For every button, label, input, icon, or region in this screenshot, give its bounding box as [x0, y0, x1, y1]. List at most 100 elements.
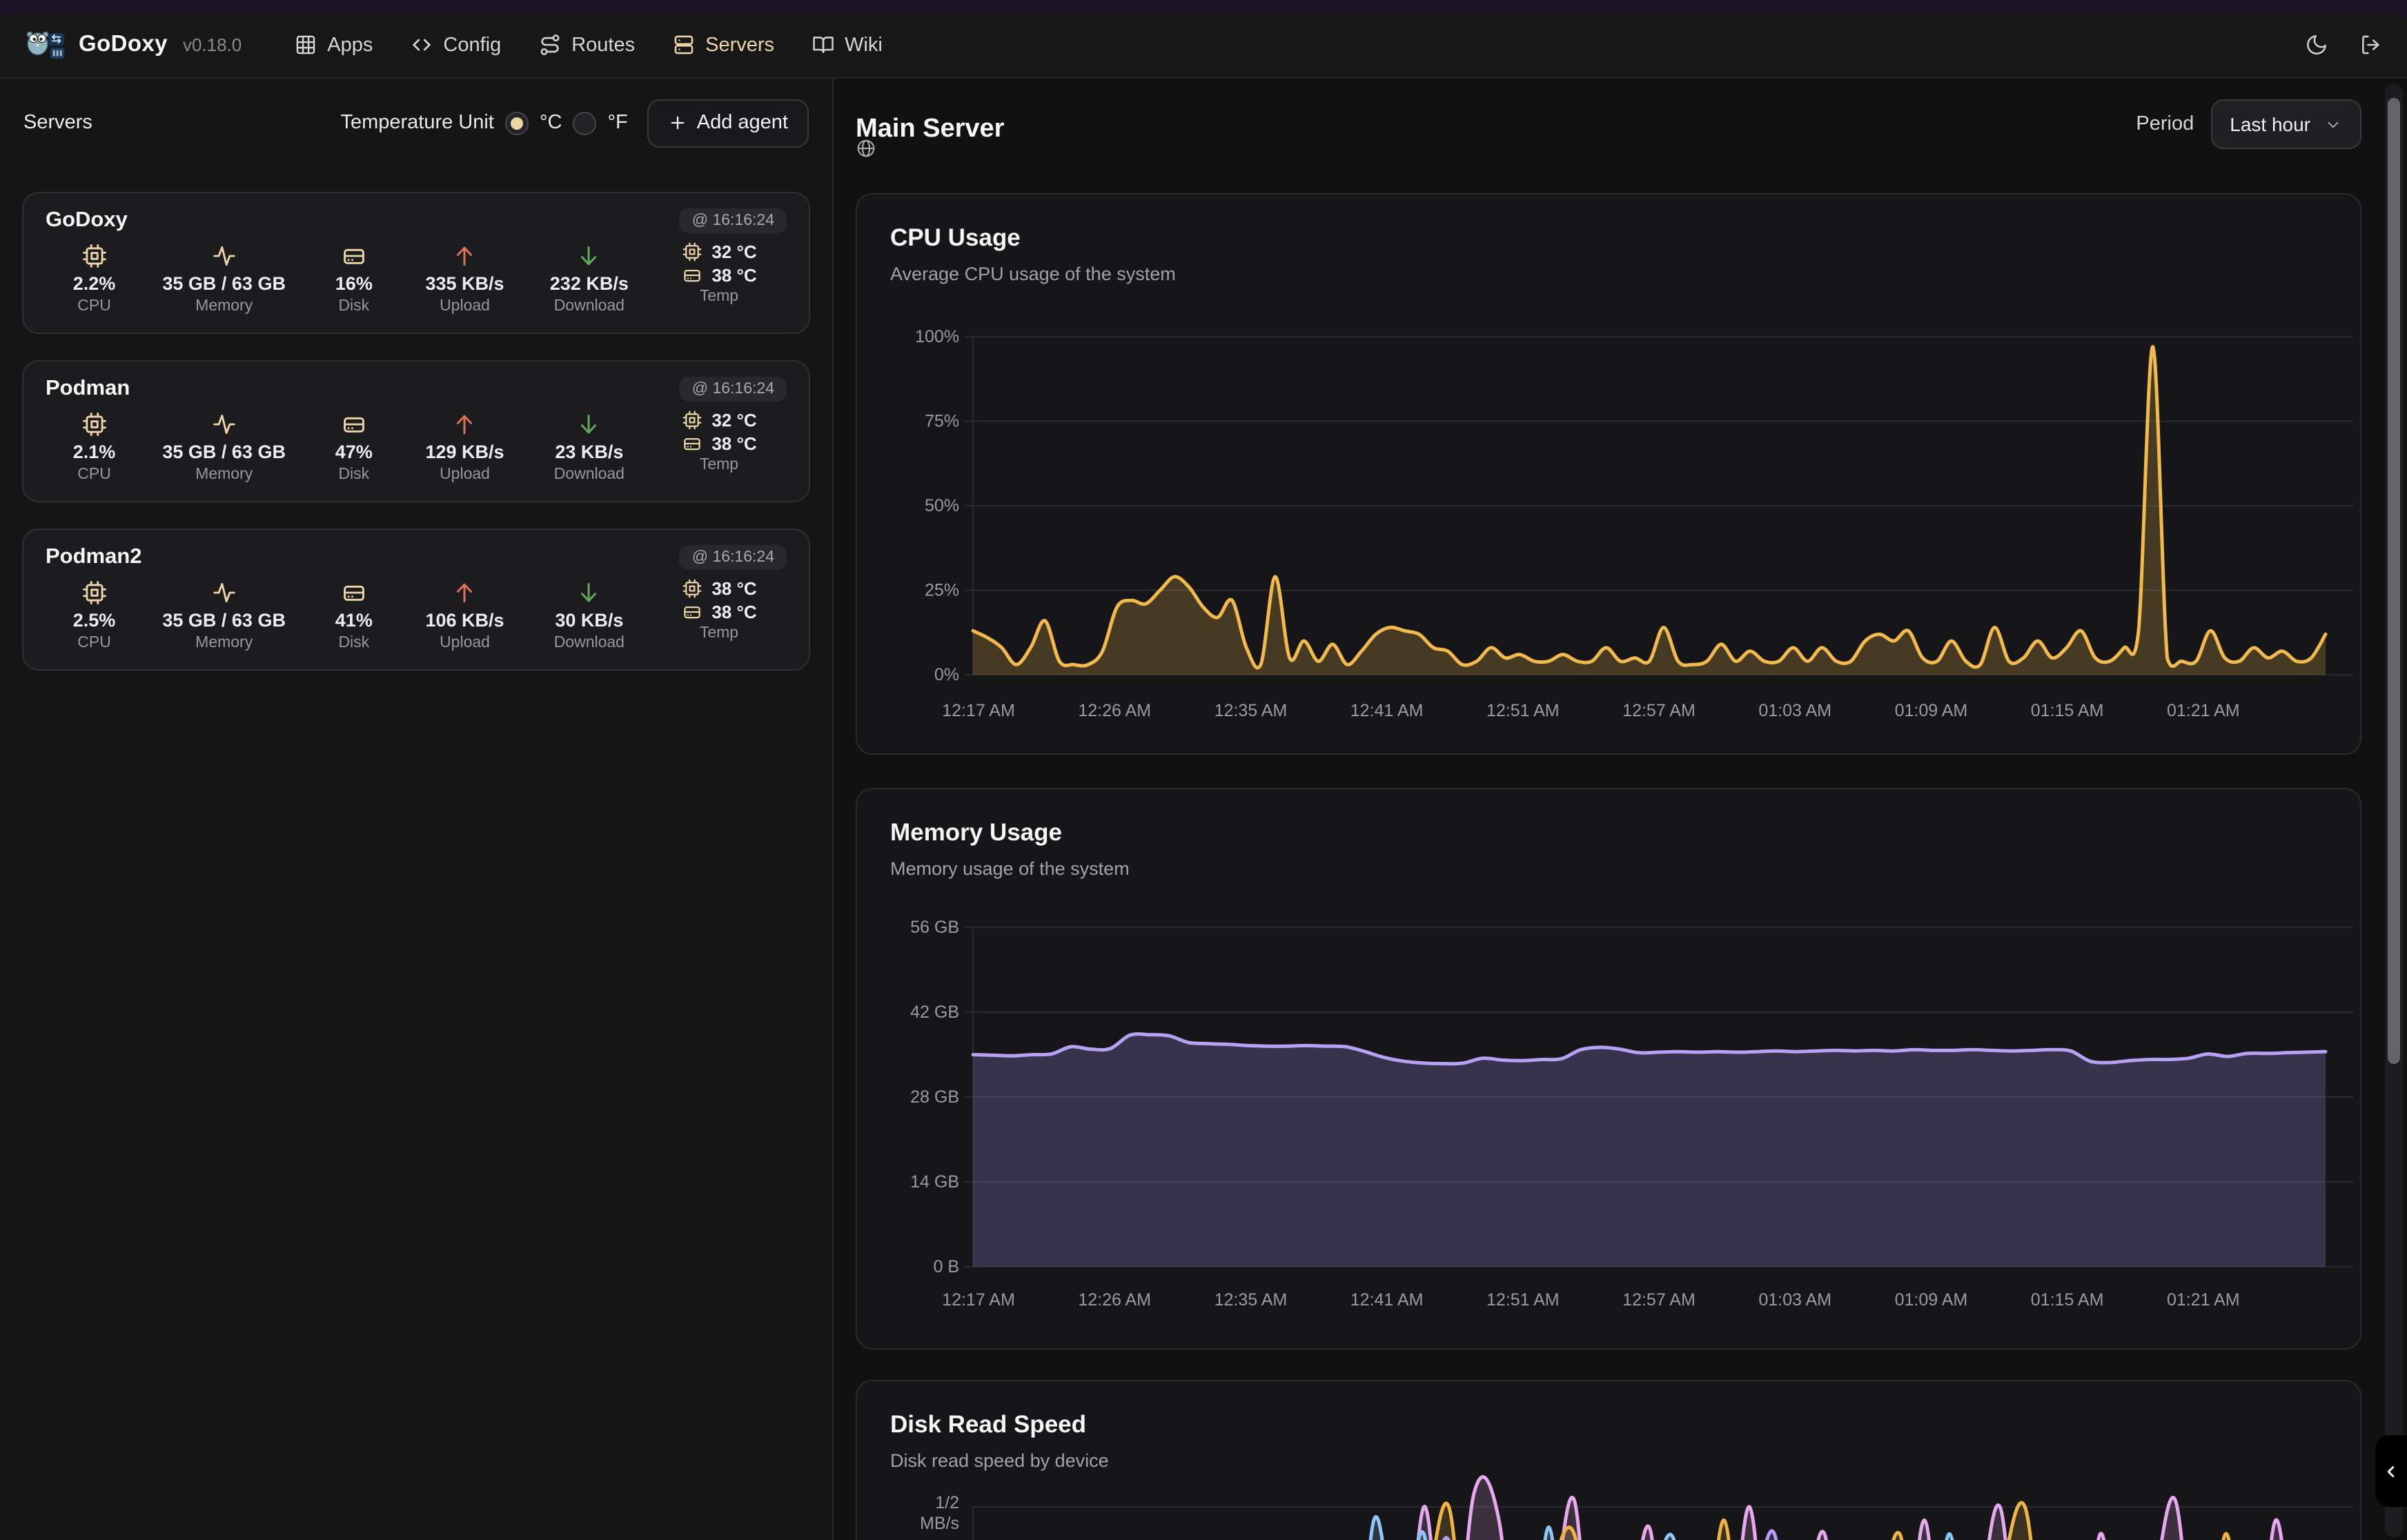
cpu-label: CPU: [77, 466, 111, 483]
upload-label: Upload: [440, 466, 490, 483]
svg-text:01:03 AM: 01:03 AM: [1758, 701, 1831, 720]
period-value: Last hour: [2230, 113, 2310, 135]
temperature-unit-group: Temperature Unit °C °F: [340, 111, 627, 135]
upload-metric: 106 KB/s Upload: [402, 578, 527, 651]
download-value: 23 KB/s: [555, 442, 623, 462]
svg-text:12:57 AM: 12:57 AM: [1622, 701, 1696, 720]
svg-text:MB/s: MB/s: [920, 1514, 959, 1533]
cpu-icon: [81, 241, 108, 269]
add-agent-button[interactable]: Add agent: [647, 99, 809, 147]
cpu-icon: [681, 410, 702, 431]
temp-label: Temp: [700, 457, 738, 473]
nav-item-config[interactable]: Config: [410, 33, 501, 57]
nav-item-apps[interactable]: Apps: [294, 33, 373, 57]
cpu-value: 2.5%: [73, 610, 116, 631]
globe-icon: [856, 138, 876, 166]
chart-subtitle: Memory usage of the system: [890, 858, 1130, 879]
cpu-temp-row: 32 °C: [681, 241, 756, 262]
svg-text:12:41 AM: 12:41 AM: [1350, 701, 1424, 720]
cpu-icon: [81, 578, 108, 606]
card-head: GoDoxy @ 16:16:24: [46, 208, 787, 233]
cpu-icon: [681, 241, 702, 262]
hard-drive-icon: [341, 578, 367, 606]
celsius-radio[interactable]: [505, 111, 529, 135]
upload-value: 335 KB/s: [425, 273, 504, 294]
download-metric: 232 KB/s Download: [527, 241, 651, 315]
svg-text:01:15 AM: 01:15 AM: [2031, 1290, 2104, 1310]
cpu-icon: [81, 410, 108, 437]
dark-mode-toggle-moon-icon[interactable]: [2305, 33, 2328, 57]
chart-subtitle: Average CPU usage of the system: [890, 264, 1176, 284]
hard-drive-icon: [681, 433, 702, 454]
book-open-icon: [812, 33, 835, 57]
download-metric: 23 KB/s Download: [527, 410, 651, 483]
svg-text:75%: 75%: [925, 412, 959, 431]
nav-item-label: Apps: [327, 34, 373, 56]
disk-value: 47%: [335, 442, 373, 462]
radio-selected-dot: [511, 117, 523, 129]
cpu-metric: 2.5% CPU: [46, 578, 143, 651]
download-metric: 30 KB/s Download: [527, 578, 651, 651]
svg-text:12:35 AM: 12:35 AM: [1215, 1290, 1288, 1310]
server-card-godoxy[interactable]: GoDoxy @ 16:16:24 2.2% CPU 35 GB / 63 GB…: [22, 192, 810, 334]
svg-text:100%: 100%: [915, 327, 959, 346]
metrics-row: 2.5% CPU 35 GB / 63 GB Memory 41% Disk: [46, 578, 787, 651]
temp-label: Temp: [700, 625, 738, 642]
period-select[interactable]: Last hour: [2210, 99, 2361, 149]
fahrenheit-label: °F: [607, 112, 627, 134]
code-icon: [410, 33, 433, 57]
svg-text:1/2: 1/2: [935, 1493, 959, 1512]
cpu-temp-value: 32 °C: [711, 241, 756, 262]
download-label: Download: [554, 635, 625, 651]
last-update-badge: @ 16:16:24: [680, 545, 787, 570]
server-card-podman2[interactable]: Podman2 @ 16:16:24 2.5% CPU 35 GB / 63 G…: [22, 529, 810, 671]
servers-panel-title: Servers: [23, 112, 92, 134]
upload-value: 106 KB/s: [425, 610, 504, 631]
download-value: 232 KB/s: [550, 273, 629, 294]
nav-item-servers[interactable]: Servers: [672, 33, 774, 57]
scrollbar-track[interactable]: [2385, 84, 2403, 1537]
svg-text:56 GB: 56 GB: [910, 918, 959, 937]
logout-icon[interactable]: [2359, 33, 2382, 57]
server-card-podman[interactable]: Podman @ 16:16:24 2.1% CPU 35 GB / 63 GB…: [22, 360, 810, 502]
arrow-up-icon: [452, 241, 478, 269]
disk-metric: 47% Disk: [305, 410, 402, 483]
metrics-row: 2.2% CPU 35 GB / 63 GB Memory 16% Disk: [46, 241, 787, 315]
svg-text:0 B: 0 B: [933, 1257, 959, 1276]
chevron-left-icon: [2382, 1462, 2400, 1480]
nav-item-wiki[interactable]: Wiki: [812, 33, 883, 57]
cpu-usage-card: CPU Usage Average CPU usage of the syste…: [856, 193, 2361, 755]
memory-metric: 35 GB / 63 GB Memory: [143, 241, 305, 315]
page-title: Main Server: [856, 114, 1004, 144]
fahrenheit-radio[interactable]: [573, 111, 596, 135]
upload-label: Upload: [440, 635, 490, 651]
metrics-row: 2.1% CPU 35 GB / 63 GB Memory 47% Disk: [46, 410, 787, 483]
download-label: Download: [554, 466, 625, 483]
arrow-up-icon: [452, 578, 478, 606]
scrollbar-thumb[interactable]: [2388, 98, 2400, 1064]
memory-label: Memory: [195, 635, 253, 651]
arrow-down-icon: [576, 578, 602, 606]
svg-text:12:35 AM: 12:35 AM: [1215, 701, 1288, 720]
app-window: GoDoxy v0.18.0 Apps Config Routes: [0, 12, 2407, 1540]
download-value: 30 KB/s: [555, 610, 623, 631]
server-name: GoDoxy: [46, 208, 128, 233]
svg-text:12:26 AM: 12:26 AM: [1078, 701, 1151, 720]
memory-label: Memory: [195, 466, 253, 483]
nav-item-routes[interactable]: Routes: [538, 33, 635, 57]
sidebar-collapse-handle[interactable]: [2375, 1435, 2407, 1507]
disk-metric: 16% Disk: [305, 241, 402, 315]
cpu-temp-value: 38 °C: [711, 578, 756, 599]
servers-panel-header: Servers Temperature Unit °C °F Add agent: [23, 95, 809, 150]
svg-text:28 GB: 28 GB: [910, 1087, 959, 1107]
cpu-icon: [681, 578, 702, 599]
disk-value: 41%: [335, 610, 373, 631]
nav-item-label: Servers: [705, 34, 774, 56]
server-icon: [672, 33, 696, 57]
svg-text:12:51 AM: 12:51 AM: [1486, 701, 1560, 720]
temp-metric: 32 °C 38 °C Temp: [651, 410, 787, 483]
memory-metric: 35 GB / 63 GB Memory: [143, 410, 305, 483]
activity-icon: [211, 241, 237, 269]
nav-item-label: Config: [443, 34, 501, 56]
chart-subtitle: Disk read speed by device: [890, 1450, 1109, 1471]
